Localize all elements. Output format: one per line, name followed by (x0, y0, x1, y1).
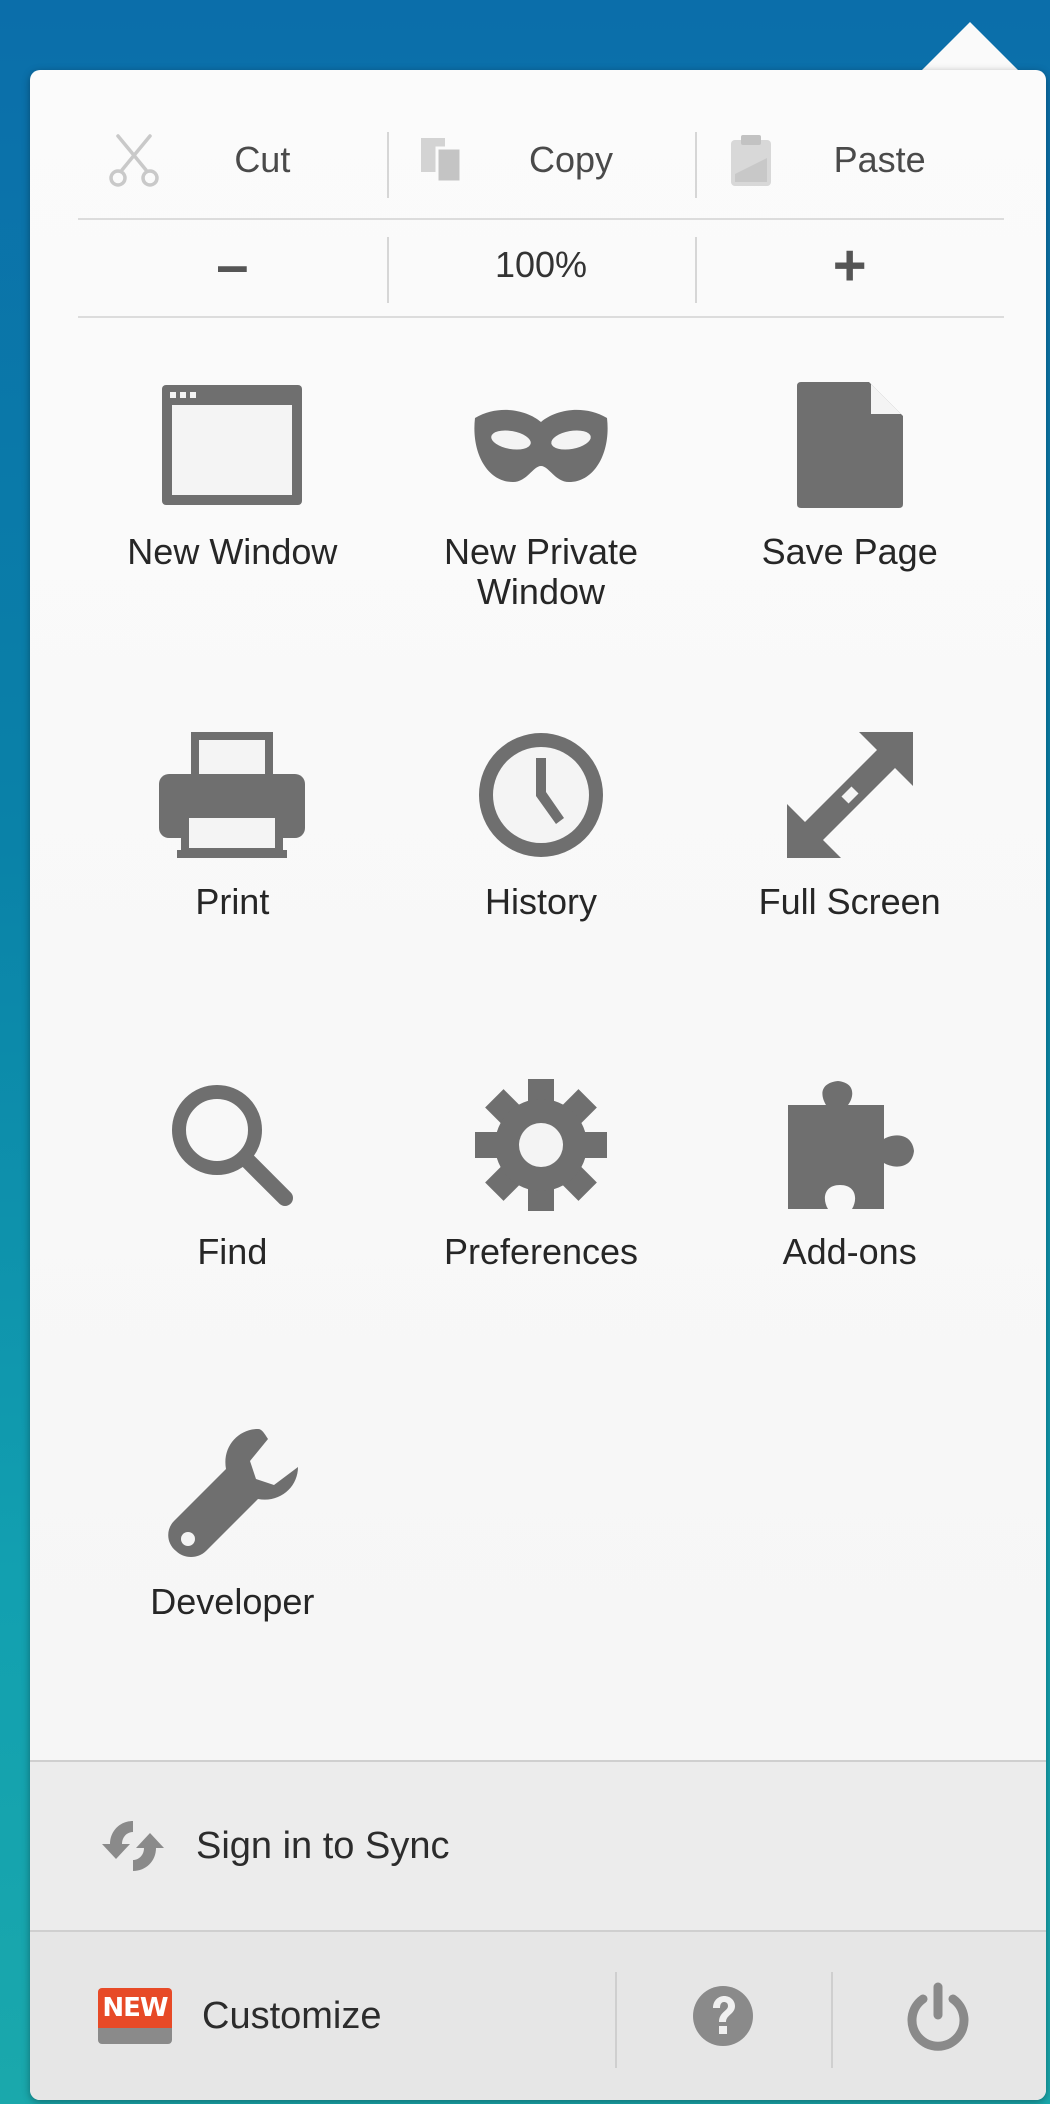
sync-label: Sign in to Sync (196, 1824, 450, 1867)
addons-label: Add-ons (782, 1231, 917, 1272)
new-badge-text: NEW (98, 1988, 172, 2028)
new-badge-icon: NEW (98, 1988, 172, 2044)
history-label: History (484, 881, 597, 922)
edit-controls: Cut Copy Paste (78, 110, 1004, 210)
print-label: Print (195, 881, 270, 922)
cut-label: Cut (234, 139, 291, 180)
new-window-label: New Window (127, 531, 338, 572)
zoom-in-button[interactable]: + (695, 215, 1004, 315)
power-icon (907, 1982, 969, 2051)
sign-in-sync-button[interactable]: Sign in to Sync (30, 1760, 1046, 1930)
puzzle-piece-icon (787, 1081, 914, 1209)
preferences-button[interactable]: Preferences (387, 1070, 696, 1420)
mask-icon (474, 409, 608, 482)
clipboard-icon (731, 135, 772, 186)
window-icon (162, 385, 303, 505)
help-icon (692, 1986, 753, 2046)
customize-button[interactable]: NEW Customize (30, 1932, 615, 2100)
zoom-controls: – 100% + (78, 215, 1004, 315)
zoom-out-button[interactable]: – (78, 215, 387, 315)
clock-icon (478, 733, 603, 857)
help-button[interactable] (615, 1932, 831, 2100)
minus-icon: – (216, 232, 249, 298)
plus-icon: + (832, 232, 867, 298)
expand-arrows-icon (786, 732, 913, 858)
copy-icon (420, 138, 463, 184)
cut-button[interactable]: Cut (78, 110, 387, 210)
find-button[interactable]: Find (78, 1070, 387, 1420)
preferences-label: Preferences (443, 1231, 639, 1272)
menu-panel: Cut Copy Paste – 100% + New Window New P… (30, 70, 1046, 2100)
panel-pointer (920, 22, 1020, 72)
zoom-level: 100% (494, 244, 588, 285)
developer-button[interactable]: Developer (78, 1420, 387, 1770)
wrench-icon (168, 1429, 299, 1557)
find-label: Find (197, 1231, 268, 1272)
customize-label: Customize (202, 1994, 382, 2037)
new-private-window-button[interactable]: New Private Window (387, 370, 696, 720)
scissors-icon (109, 134, 159, 187)
full-screen-button[interactable]: Full Screen (695, 720, 1004, 1070)
gear-icon (474, 1079, 607, 1211)
new-private-window-label: New Private Window (443, 531, 639, 612)
new-window-button[interactable]: New Window (78, 370, 387, 720)
divider (78, 316, 1004, 318)
sync-icon (102, 1821, 164, 1871)
developer-label: Developer (150, 1581, 315, 1622)
paste-label: Paste (833, 139, 926, 180)
addons-button[interactable]: Add-ons (695, 1070, 1004, 1420)
menu-grid: New Window New Private Window Save Page (78, 370, 1004, 1770)
document-icon (796, 382, 903, 508)
magnifier-icon (172, 1085, 294, 1206)
history-button[interactable]: History (387, 720, 696, 1070)
print-button[interactable]: Print (78, 720, 387, 1070)
quit-button[interactable] (830, 1932, 1047, 2100)
zoom-reset-button[interactable]: 100% (386, 215, 696, 315)
save-page-label: Save Page (761, 531, 938, 572)
printer-icon (159, 732, 306, 858)
paste-button[interactable]: Paste (695, 110, 1004, 210)
save-page-button[interactable]: Save Page (695, 370, 1004, 720)
full-screen-label: Full Screen (758, 881, 941, 922)
copy-button[interactable]: Copy (386, 110, 696, 210)
footer-bar: NEW Customize (30, 1930, 1046, 2100)
copy-label: Copy (528, 139, 614, 180)
